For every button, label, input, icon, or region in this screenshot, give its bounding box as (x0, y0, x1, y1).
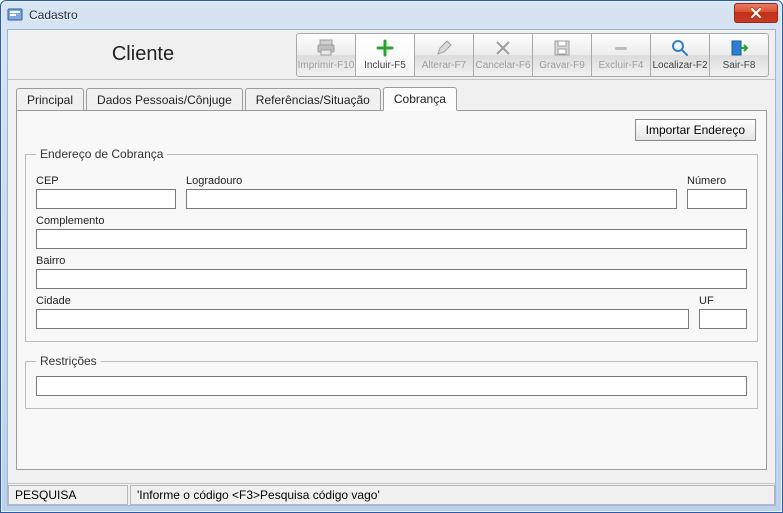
row-cep-log-num: CEP Logradouro Número (36, 175, 747, 209)
restrictions-legend: Restrições (36, 354, 101, 368)
cancel-button[interactable]: Cancelar-F6 (473, 33, 533, 77)
billing-address-group: Endereço de Cobrança CEP Logradouro Núme… (25, 147, 758, 342)
titlebar: Cadastro (1, 1, 782, 29)
field-complemento: Complemento (36, 215, 747, 249)
tab-strip: Principal Dados Pessoais/Cônjuge Referên… (16, 86, 767, 110)
include-button[interactable]: Incluir-F5 (355, 33, 415, 77)
topbar: Cliente Imprimir-F10 Incluir-F5 (8, 30, 775, 80)
save-button[interactable]: Gravar-F9 (532, 33, 592, 77)
field-numero: Número (687, 175, 747, 209)
status-message: 'Informe o código <F3>Pesquisa código va… (130, 485, 775, 505)
delete-label: Excluir-F4 (598, 60, 643, 71)
magnifier-icon (671, 38, 689, 58)
input-numero[interactable] (687, 189, 747, 209)
input-complemento[interactable] (36, 229, 747, 249)
delete-button[interactable]: Excluir-F4 (591, 33, 651, 77)
label-uf: UF (699, 295, 747, 307)
label-cidade: Cidade (36, 295, 689, 307)
include-label: Incluir-F5 (364, 60, 406, 71)
save-label: Gravar-F9 (539, 60, 585, 71)
input-bairro[interactable] (36, 269, 747, 289)
page-title: Cliente (8, 43, 278, 66)
row-complemento: Complemento (36, 215, 747, 249)
plus-icon (376, 38, 394, 58)
input-restricoes[interactable] (36, 376, 747, 396)
label-numero: Número (687, 175, 747, 187)
tab-referencias[interactable]: Referências/Situação (245, 88, 381, 111)
find-button[interactable]: Localizar-F2 (650, 33, 710, 77)
import-address-button[interactable]: Importar Endereço (635, 119, 756, 141)
field-logradouro: Logradouro (186, 175, 677, 209)
alter-label: Alterar-F7 (422, 60, 466, 71)
row-cidade-uf: Cidade UF (36, 295, 747, 329)
alter-button[interactable]: Alterar-F7 (414, 33, 474, 77)
client-area: Cliente Imprimir-F10 Incluir-F5 (7, 29, 776, 506)
tab-cobranca[interactable]: Cobrança (383, 87, 457, 111)
exit-label: Sair-F8 (723, 60, 756, 71)
find-label: Localizar-F2 (652, 60, 707, 71)
field-uf: UF (699, 295, 747, 329)
input-cidade[interactable] (36, 309, 689, 329)
restrictions-group: Restrições (25, 354, 758, 409)
input-cep[interactable] (36, 189, 176, 209)
label-cep: CEP (36, 175, 176, 187)
pencil-icon (435, 38, 453, 58)
tab-dados-pessoais[interactable]: Dados Pessoais/Cônjuge (86, 88, 243, 111)
statusbar: PESQUISA 'Informe o código <F3>Pesquisa … (8, 483, 775, 505)
spacer (8, 470, 775, 483)
toolbar: Imprimir-F10 Incluir-F5 Alterar-F7 (296, 33, 769, 77)
exit-icon (730, 38, 748, 58)
cancel-label: Cancelar-F6 (475, 60, 530, 71)
billing-address-legend: Endereço de Cobrança (36, 147, 167, 161)
label-bairro: Bairro (36, 255, 747, 267)
close-icon (750, 8, 762, 18)
input-logradouro[interactable] (186, 189, 677, 209)
status-mode: PESQUISA (8, 485, 128, 505)
label-logradouro: Logradouro (186, 175, 677, 187)
minus-icon (612, 38, 630, 58)
input-uf[interactable] (699, 309, 747, 329)
printer-icon (316, 38, 336, 58)
tabs-area: Principal Dados Pessoais/Cônjuge Referên… (8, 80, 775, 470)
field-cep: CEP (36, 175, 176, 209)
field-bairro: Bairro (36, 255, 747, 289)
x-icon (495, 38, 511, 58)
print-button[interactable]: Imprimir-F10 (296, 33, 356, 77)
window-frame: Cadastro Cliente Imprimir-F10 (0, 0, 783, 513)
field-cidade: Cidade (36, 295, 689, 329)
floppy-icon (553, 38, 571, 58)
tab-panel-cobranca: Importar Endereço Endereço de Cobrança C… (16, 110, 767, 470)
exit-button[interactable]: Sair-F8 (709, 33, 769, 77)
window-title: Cadastro (29, 8, 78, 22)
label-complemento: Complemento (36, 215, 747, 227)
app-icon (7, 7, 23, 23)
window-close-button[interactable] (734, 3, 778, 23)
tab-principal[interactable]: Principal (16, 88, 84, 111)
row-bairro: Bairro (36, 255, 747, 289)
print-label: Imprimir-F10 (298, 60, 355, 71)
